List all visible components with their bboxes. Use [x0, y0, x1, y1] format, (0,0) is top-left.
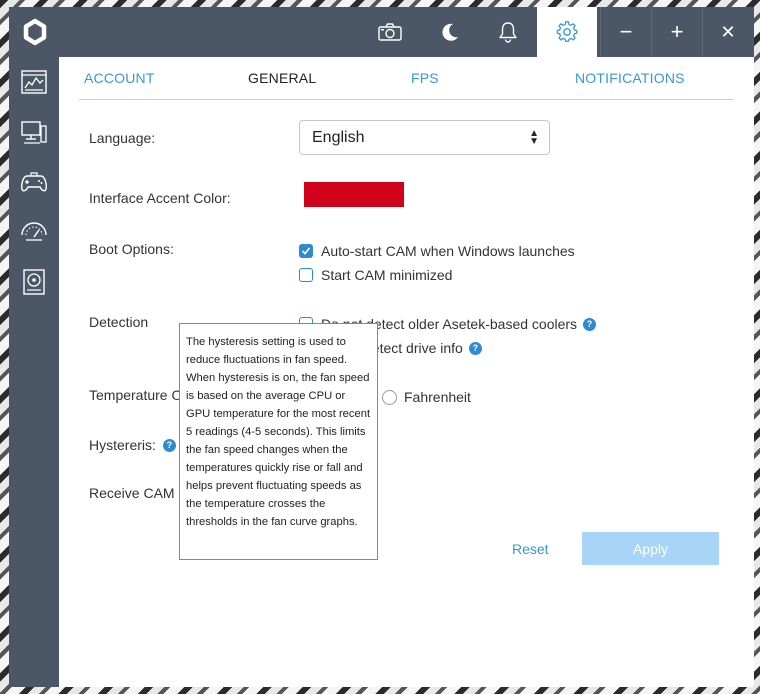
minimize-button[interactable]: − [600, 7, 651, 57]
select-caret-icon: ▲ ▼ [529, 128, 539, 147]
start-minimized-checkbox[interactable] [299, 268, 313, 282]
hysteresis-tooltip: The hysteresis setting is used to reduce… [179, 323, 378, 560]
temperature-label: Temperature O [89, 387, 183, 403]
fahrenheit-option: Fahrenheit [382, 389, 471, 405]
plus-icon: + [670, 19, 684, 44]
camera-button[interactable] [361, 7, 419, 57]
apply-button[interactable]: Apply [582, 532, 719, 565]
settings-tabs: ACCOUNT GENERAL FPS NOTIFICATIONS [79, 57, 734, 100]
tab-account[interactable]: ACCOUNT [84, 70, 155, 86]
sidebar-item-pc[interactable] [9, 109, 59, 155]
minimize-icon: − [619, 19, 633, 44]
notifications-button[interactable] [479, 7, 537, 57]
start-minimized-label: Start CAM minimized [321, 267, 453, 283]
detect-drive-option: detect drive info ? [364, 340, 482, 356]
dashboard-icon [21, 70, 47, 94]
sidebar-item-gaming[interactable] [9, 159, 59, 205]
cam-logo-icon[interactable] [21, 18, 49, 46]
sidebar-item-gauge[interactable] [9, 209, 59, 255]
detection-label: Detection [89, 314, 149, 330]
bell-icon [499, 22, 517, 43]
storage-drive-icon [23, 269, 45, 295]
hysteresis-label: Hystereris: [89, 437, 156, 453]
language-label: Language: [89, 130, 156, 146]
check-icon [301, 247, 311, 255]
help-icon[interactable]: ? [162, 438, 176, 452]
autostart-label: Auto-start CAM when Windows launches [321, 243, 575, 259]
settings-button[interactable] [537, 7, 597, 57]
language-select[interactable]: English ▲ ▼ [299, 120, 550, 155]
title-bar: − + ✕ [9, 7, 754, 57]
fahrenheit-label: Fahrenheit [404, 389, 471, 405]
sidebar-item-dashboard[interactable] [9, 59, 59, 105]
autostart-option: Auto-start CAM when Windows launches [299, 243, 575, 259]
tab-fps[interactable]: FPS [411, 70, 439, 86]
receive-emails-label: Receive CAM E [89, 485, 188, 501]
gamepad-icon [21, 172, 47, 192]
sidebar [9, 57, 59, 687]
accent-color-swatch[interactable] [304, 182, 404, 207]
close-button[interactable]: ✕ [702, 7, 753, 57]
hysteresis-row: Hystereris: ? [89, 437, 176, 453]
tab-general[interactable]: GENERAL [248, 70, 316, 86]
tab-notifications[interactable]: NOTIFICATIONS [575, 70, 685, 86]
cam-window: − + ✕ ACCOUNT GENERAL FPS NOTIFICATIONS … [9, 7, 754, 687]
language-value: English [312, 129, 365, 146]
help-icon[interactable]: ? [583, 317, 597, 331]
accent-color-label: Interface Accent Color: [89, 190, 231, 206]
maximize-button[interactable]: + [651, 7, 702, 57]
tooltip-text: The hysteresis setting is used to reduce… [186, 336, 371, 528]
camera-icon [378, 23, 402, 41]
moon-icon [442, 23, 458, 41]
dark-mode-button[interactable] [421, 7, 479, 57]
autostart-checkbox[interactable] [299, 244, 313, 258]
close-icon: ✕ [720, 21, 736, 42]
sidebar-item-storage[interactable] [9, 259, 59, 305]
help-icon[interactable]: ? [468, 341, 482, 355]
boot-options-label: Boot Options: [89, 241, 174, 257]
pc-monitor-icon [21, 121, 47, 144]
gear-icon [556, 21, 578, 42]
settings-content: ACCOUNT GENERAL FPS NOTIFICATIONS Langua… [59, 57, 754, 687]
detect-drive-label: detect drive info [364, 340, 463, 356]
reset-button[interactable]: Reset [512, 541, 549, 557]
start-minimized-option: Start CAM minimized [299, 267, 452, 283]
gauge-icon [21, 222, 47, 241]
fahrenheit-radio[interactable] [382, 389, 397, 405]
